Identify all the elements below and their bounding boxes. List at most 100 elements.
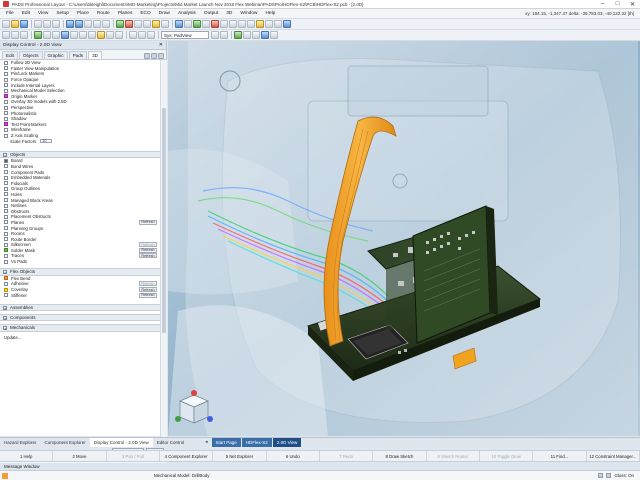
option-checkbox[interactable]: [4, 88, 8, 93]
option-checkbox[interactable]: [4, 158, 8, 163]
tab-2d-view[interactable]: 2.0D View: [272, 437, 302, 447]
plane-icon[interactable]: [193, 20, 201, 28]
menu-output[interactable]: Output: [200, 11, 222, 16]
option-checkbox[interactable]: [4, 226, 8, 231]
section-flex-objects[interactable]: − Flex Objects: [0, 268, 160, 276]
tab-display-control[interactable]: Display Control - 2.0D View: [89, 437, 153, 447]
place-icon[interactable]: [134, 20, 142, 28]
option-checkbox[interactable]: [4, 122, 8, 127]
3d-viewport[interactable]: [168, 41, 640, 436]
option-checkbox[interactable]: [4, 164, 8, 169]
option-checkbox[interactable]: [4, 94, 8, 99]
panel-close-icon[interactable]: ✕: [159, 42, 163, 48]
keyin-icon[interactable]: [270, 31, 278, 39]
tab-edit[interactable]: Edit: [2, 51, 18, 59]
option-checkbox[interactable]: [4, 203, 8, 208]
close-button[interactable]: ✕: [625, 0, 640, 9]
sketch-icon[interactable]: [256, 20, 264, 28]
paste-icon[interactable]: [52, 20, 60, 28]
option-checkbox[interactable]: [4, 276, 8, 281]
push-icon[interactable]: [61, 31, 69, 39]
cross-probe-icon[interactable]: [261, 31, 269, 39]
mirror-icon[interactable]: [247, 20, 255, 28]
status-layer-icon[interactable]: [598, 473, 604, 478]
select-icon[interactable]: [143, 20, 151, 28]
fkey-component-explorer[interactable]: 4 Component Explorer: [160, 451, 214, 461]
view-iso-icon[interactable]: [147, 31, 155, 39]
menu-draw[interactable]: Draw: [155, 11, 174, 16]
redo-icon[interactable]: [75, 20, 83, 28]
refresh-button[interactable]: Refresh: [139, 292, 157, 298]
jumper-icon[interactable]: [70, 31, 78, 39]
fkey-undo[interactable]: 6 Undo: [267, 451, 320, 461]
tab-hdflex[interactable]: HDFlex-S2: [241, 437, 272, 447]
tab-objects[interactable]: Objects: [18, 51, 43, 59]
fkey-find[interactable]: 11 Find...: [533, 451, 587, 461]
display-icon[interactable]: [234, 31, 242, 39]
option-checkbox[interactable]: [4, 181, 8, 186]
option-checkbox[interactable]: [4, 287, 8, 292]
option-checkbox[interactable]: [4, 214, 8, 219]
grid-icon[interactable]: [220, 20, 228, 28]
open-icon[interactable]: [11, 20, 19, 28]
net-icon[interactable]: [79, 31, 87, 39]
collapse-icon[interactable]: −: [3, 269, 7, 274]
option-checkbox[interactable]: [4, 209, 8, 214]
option-checkbox[interactable]: [4, 116, 8, 121]
option-checkbox[interactable]: [4, 237, 8, 242]
view-3d-icon[interactable]: [175, 20, 183, 28]
fkey-sketch-router[interactable]: 9 Sketch Router: [427, 451, 480, 461]
scheme-select[interactable]: Sys: PadView: [161, 31, 209, 39]
save-icon[interactable]: [20, 20, 28, 28]
fkey-draw-sketch[interactable]: 8 Draw Sketch: [373, 451, 427, 461]
zoom-out-icon[interactable]: [93, 20, 101, 28]
option-checkbox[interactable]: [4, 293, 8, 298]
tab-scroll-left-icon[interactable]: ◂: [202, 439, 210, 445]
menu-eco[interactable]: ECO: [136, 11, 154, 16]
option-checkbox[interactable]: [4, 220, 8, 225]
mode-place-icon[interactable]: [2, 31, 10, 39]
menu-view[interactable]: View: [34, 11, 52, 16]
expand-icon[interactable]: +: [3, 325, 7, 330]
fkey-pan-pull[interactable]: 3 Pan / Pull: [107, 451, 160, 461]
option-checkbox[interactable]: [4, 71, 8, 76]
view-top-icon[interactable]: [129, 31, 137, 39]
measure-icon[interactable]: [161, 20, 169, 28]
pin-icon[interactable]: [97, 31, 105, 39]
color-panel-icon[interactable]: [158, 53, 164, 59]
highlight-icon[interactable]: [152, 20, 160, 28]
option-checkbox[interactable]: [4, 133, 8, 138]
option-checkbox[interactable]: [4, 192, 8, 197]
option-checkbox[interactable]: [4, 186, 8, 191]
menu-place[interactable]: Place: [73, 11, 93, 16]
option-checkbox[interactable]: [4, 105, 8, 110]
tab-pads[interactable]: Pads: [68, 51, 88, 59]
dimension-icon[interactable]: [274, 20, 282, 28]
tune-icon[interactable]: [43, 31, 51, 39]
section-assemblies[interactable]: + Assemblies: [0, 303, 160, 312]
fkey-net-explorer[interactable]: 5 Net Explorer: [213, 451, 267, 461]
status-gloss[interactable]: Gloss: On: [614, 473, 634, 478]
expand-icon[interactable]: +: [3, 305, 7, 310]
mode-draw-icon[interactable]: [20, 31, 28, 39]
option-checkbox[interactable]: [4, 170, 8, 175]
refresh-button[interactable]: Refresh: [139, 242, 157, 248]
align-icon[interactable]: [106, 31, 114, 39]
fkey-help[interactable]: 1 Help: [0, 451, 54, 461]
expand-icon[interactable]: +: [3, 315, 7, 320]
message-window[interactable]: Message Window: [0, 463, 640, 471]
refresh-panel-icon[interactable]: [151, 53, 157, 59]
menu-window[interactable]: Window: [236, 11, 261, 16]
menu-file[interactable]: File: [2, 11, 18, 16]
route-icon[interactable]: [116, 20, 124, 28]
drc-icon[interactable]: [125, 20, 133, 28]
option-checkbox[interactable]: [4, 175, 8, 180]
gloss-icon[interactable]: [52, 31, 60, 39]
refresh-button[interactable]: Refresh: [139, 219, 157, 225]
option-checkbox[interactable]: [4, 259, 8, 264]
pan-icon[interactable]: [229, 20, 237, 28]
refresh-button[interactable]: Refresh: [139, 287, 157, 293]
view-bottom-icon[interactable]: [138, 31, 146, 39]
scheme-apply-icon[interactable]: [211, 31, 219, 39]
fkey-redo[interactable]: 7 Redo: [320, 451, 374, 461]
